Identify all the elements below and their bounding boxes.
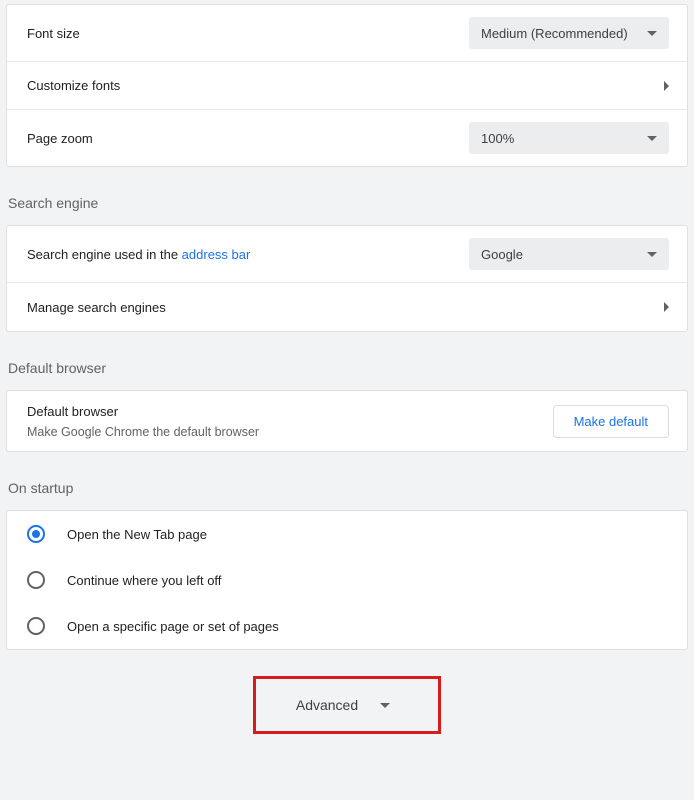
make-default-button[interactable]: Make default xyxy=(553,405,669,438)
search-engine-value: Google xyxy=(481,247,523,262)
chevron-right-icon xyxy=(664,81,669,91)
chevron-down-icon xyxy=(647,136,657,141)
search-engine-label-prefix: Search engine used in the xyxy=(27,247,182,262)
default-browser-title: Default browser xyxy=(27,404,259,419)
chevron-down-icon xyxy=(647,31,657,36)
appearance-panel: Font size Medium (Recommended) Customize… xyxy=(6,4,688,167)
search-engine-row: Search engine used in the address bar Go… xyxy=(7,226,687,283)
font-size-row: Font size Medium (Recommended) xyxy=(7,5,687,62)
chevron-down-icon xyxy=(647,252,657,257)
font-size-value: Medium (Recommended) xyxy=(481,26,628,41)
default-browser-section-title: Default browser xyxy=(8,360,686,376)
manage-search-engines-label: Manage search engines xyxy=(27,300,166,315)
on-startup-section-title: On startup xyxy=(8,480,686,496)
manage-search-engines-row[interactable]: Manage search engines xyxy=(7,283,687,331)
page-zoom-label: Page zoom xyxy=(27,131,93,146)
startup-panel: Open the New Tab page Continue where you… xyxy=(6,510,688,650)
radio-selected-icon[interactable] xyxy=(27,525,45,543)
startup-option-continue[interactable]: Continue where you left off xyxy=(7,557,687,603)
startup-option-new-tab[interactable]: Open the New Tab page xyxy=(7,511,687,557)
font-size-label: Font size xyxy=(27,26,80,41)
search-engine-select[interactable]: Google xyxy=(469,238,669,270)
page-zoom-row: Page zoom 100% xyxy=(7,110,687,166)
page-zoom-value: 100% xyxy=(481,131,514,146)
radio-unselected-icon[interactable] xyxy=(27,571,45,589)
search-engine-section-title: Search engine xyxy=(8,195,686,211)
startup-option-label: Open the New Tab page xyxy=(67,527,207,542)
chevron-down-icon xyxy=(380,703,390,708)
default-browser-subtitle: Make Google Chrome the default browser xyxy=(27,425,259,439)
radio-unselected-icon[interactable] xyxy=(27,617,45,635)
startup-option-specific-page[interactable]: Open a specific page or set of pages xyxy=(7,603,687,649)
search-engine-label: Search engine used in the address bar xyxy=(27,247,250,262)
default-browser-panel: Default browser Make Google Chrome the d… xyxy=(6,390,688,452)
search-engine-panel: Search engine used in the address bar Go… xyxy=(6,225,688,332)
default-browser-row: Default browser Make Google Chrome the d… xyxy=(7,391,687,451)
advanced-label: Advanced xyxy=(296,697,358,713)
page-zoom-select[interactable]: 100% xyxy=(469,122,669,154)
advanced-button[interactable]: Advanced xyxy=(253,676,441,734)
advanced-container: Advanced xyxy=(0,676,694,734)
customize-fonts-row[interactable]: Customize fonts xyxy=(7,62,687,110)
startup-option-label: Open a specific page or set of pages xyxy=(67,619,279,634)
font-size-select[interactable]: Medium (Recommended) xyxy=(469,17,669,49)
customize-fonts-label: Customize fonts xyxy=(27,78,120,93)
chevron-right-icon xyxy=(664,302,669,312)
address-bar-link[interactable]: address bar xyxy=(182,247,251,262)
default-browser-text: Default browser Make Google Chrome the d… xyxy=(27,404,259,439)
startup-option-label: Continue where you left off xyxy=(67,573,221,588)
